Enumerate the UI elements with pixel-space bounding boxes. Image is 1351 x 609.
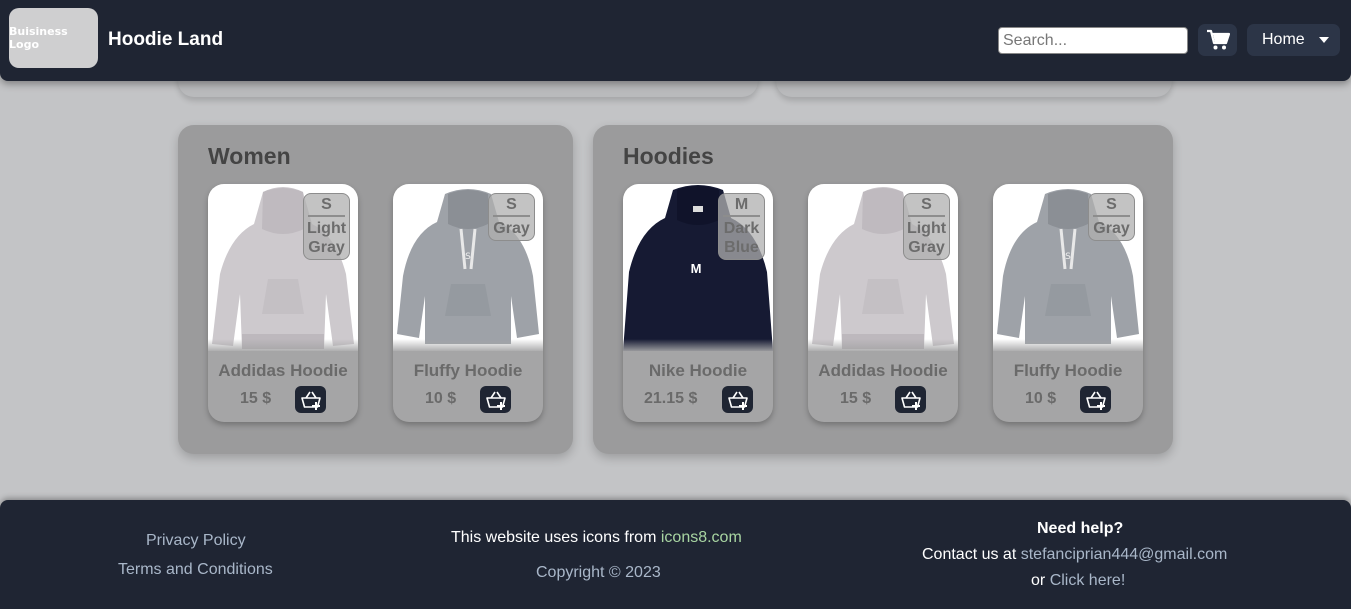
product-name: Fluffy Hoodie [413,361,523,380]
product-size: S [1093,195,1130,217]
copyright: Copyright © 2023 [536,564,661,581]
product-price: 15 $ [240,390,272,407]
product-price: 10 $ [425,390,457,407]
product-name: Addidas Hoodie [818,361,948,380]
product-size: M [723,195,760,217]
business-logo[interactable]: Buisiness Logo [9,8,98,68]
product-color: Light Gray [906,220,947,256]
product-name: Nike Hoodie [648,361,748,380]
size-color-tag: S Gray [1088,193,1135,241]
size-color-tag: S Gray [488,193,535,241]
product-price: 15 $ [840,390,872,407]
contact-text: Contact us at [922,546,1017,563]
product-image[interactable]: S Light Gray [208,184,358,351]
product-size: S [308,195,345,217]
product-card[interactable]: S S Gray Fluffy Hoodie 10 $ [393,184,543,422]
home-dropdown-label: Home [1262,31,1305,48]
product-color: Gray [493,220,530,237]
product-image[interactable]: S Light Gray [808,184,958,351]
cart-icon [1206,29,1230,50]
product-name: Fluffy Hoodie [1013,361,1123,380]
terms-link[interactable]: Terms and Conditions [118,561,273,579]
add-to-cart-button[interactable] [295,386,326,413]
add-to-cart-button[interactable] [895,386,926,413]
svg-text:S: S [465,252,471,262]
category-panel-hoodies: Hoodies M M Dark Blue Nike Hoodie 21.15 … [593,125,1173,454]
product-price: 10 $ [1025,390,1057,407]
add-to-cart-button[interactable] [480,386,511,413]
product-price: 21.15 $ [644,390,698,407]
product-image[interactable]: S S Gray [993,184,1143,351]
home-dropdown[interactable]: Home [1247,24,1340,56]
help-title: Need help? [1037,520,1124,537]
logo-text: Buisiness Logo [9,25,68,51]
product-name: Addidas Hoodie [218,361,348,380]
icons-credit: This website uses icons from icons8.com [451,529,742,547]
category-title: Hoodies [623,143,714,169]
basket-add-icon [300,391,321,410]
basket-add-icon [727,391,748,410]
site-header: Buisiness Logo Hoodie Land Home [0,0,1351,81]
size-color-tag: S Light Gray [903,193,950,260]
product-size: S [493,195,530,217]
cart-button[interactable] [1198,24,1237,56]
product-card[interactable]: M M Dark Blue Nike Hoodie 21.15 $ [623,184,773,422]
click-here-line: or Click here! [1031,572,1125,590]
icons8-link[interactable]: icons8.com [661,529,742,546]
basket-add-icon [1085,391,1106,410]
size-color-tag: M Dark Blue [718,193,765,260]
or-text: or [1031,572,1046,589]
basket-add-icon [485,391,506,410]
search-input[interactable] [998,27,1188,54]
add-to-cart-button[interactable] [1080,386,1111,413]
hoodie-print: M [691,261,702,276]
svg-text:S: S [1065,252,1071,262]
contact-line: Contact us at stefanciprian444@gmail.com [922,546,1227,564]
category-panel-women: Women S Light Gray Addidas Hoodie 15 $ S… [178,125,573,454]
size-color-tag: S Light Gray [303,193,350,260]
product-color: Dark Blue [723,220,760,256]
site-title: Hoodie Land [108,29,224,50]
basket-add-icon [900,391,921,410]
contact-email-link[interactable]: stefanciprian444@gmail.com [1021,546,1228,563]
product-image[interactable]: S S Gray [393,184,543,351]
product-color: Gray [1093,220,1130,237]
add-to-cart-button[interactable] [722,386,753,413]
product-color: Light Gray [306,220,347,256]
privacy-policy-link[interactable]: Privacy Policy [146,532,246,550]
icons-credit-text: This website uses icons from [451,529,657,546]
click-here-link[interactable]: Click here! [1050,572,1126,589]
product-card[interactable]: S S Gray Fluffy Hoodie 10 $ [993,184,1143,422]
product-card[interactable]: S Light Gray Addidas Hoodie 15 $ [208,184,358,422]
product-image[interactable]: M M Dark Blue [623,184,773,351]
caret-down-icon [1319,37,1329,43]
product-card[interactable]: S Light Gray Addidas Hoodie 15 $ [808,184,958,422]
product-size: S [908,195,945,217]
category-title: Women [208,143,291,169]
site-footer: Privacy Policy Terms and Conditions This… [0,500,1351,609]
